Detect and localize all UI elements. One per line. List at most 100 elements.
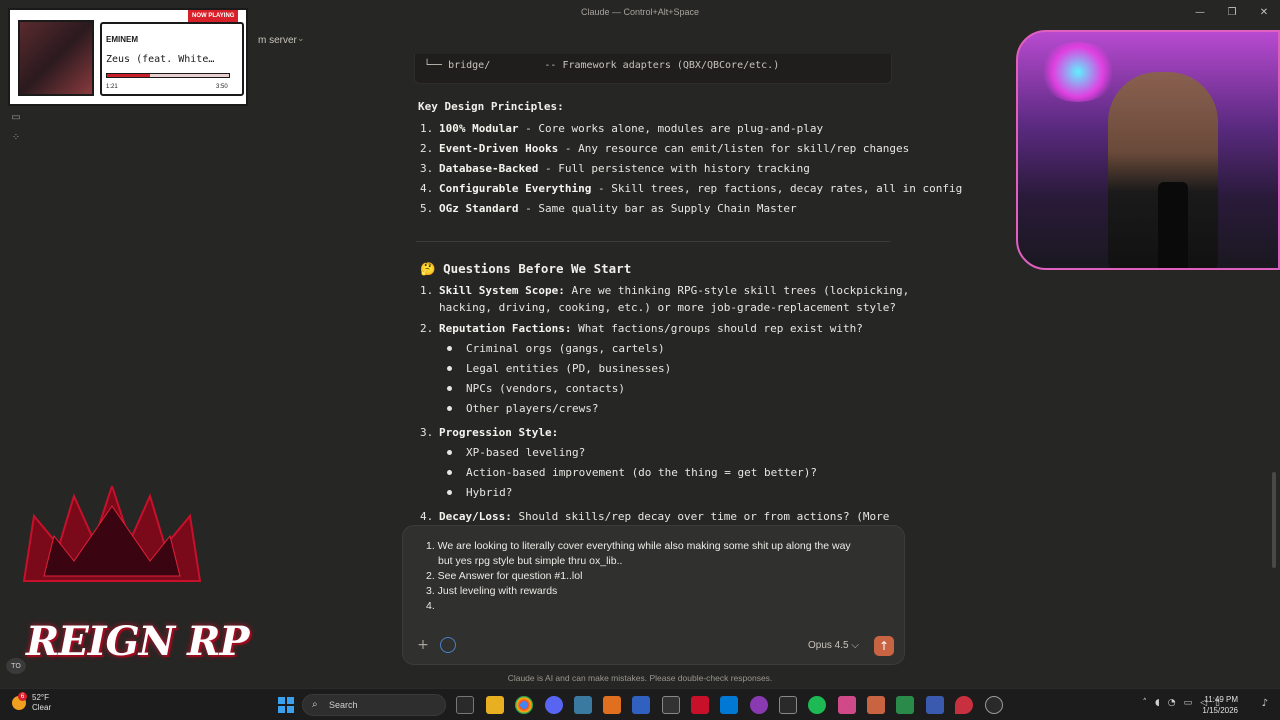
elapsed-time: 1:21 [106,84,118,90]
search-label: Search [329,700,358,710]
list-item-bold: Database-Backed [439,162,539,175]
temperature: 52°F [32,693,49,702]
list-number: 1. [420,284,434,297]
list-item-text: - Same quality bar as Supply Chain Maste… [518,202,797,215]
clock[interactable]: 11:49 PM 1/15/2026 [1202,694,1238,716]
question-item: Decay/Loss: Should skills/rep decay over… [439,510,889,523]
close-icon[interactable]: ✕ [1248,4,1280,20]
app-icon[interactable] [779,696,797,714]
neon-light [1038,42,1118,102]
chevron-up-icon[interactable]: ˄ [1143,698,1148,708]
list-item-text: - Full persistence with history tracking [538,162,810,175]
list-item-bold: Event-Driven Hooks [439,142,559,155]
time: 11:49 PM [1204,695,1238,704]
app-icon[interactable] [985,696,1003,714]
folder-icon[interactable]: ▭ [10,112,22,124]
tools-icon[interactable] [440,637,456,653]
list-item-bold: 100% Modular [439,122,519,135]
app-icon[interactable] [896,696,914,714]
question-item: Progression Style: [439,426,558,439]
bullet [447,366,452,371]
vscode-icon[interactable] [720,696,738,714]
app-icon[interactable] [632,696,650,714]
bullet-item: XP-based leveling? [466,446,586,459]
obs-icon[interactable] [750,696,768,714]
composer-line[interactable]: 1. We are looking to literally cover eve… [426,540,851,552]
app-icon[interactable] [838,696,856,714]
model-selector[interactable]: Opus 4.5 ⌵ [808,640,859,651]
brand-logo: REIGN RP [26,618,249,665]
discord-icon[interactable] [545,696,563,714]
sun-icon: 6 [12,692,27,710]
composer-line[interactable]: 3. Just leveling with rewards [426,585,557,597]
weather-widget[interactable]: 6 52°F Clear [12,692,52,713]
bullet [447,450,452,455]
claude-icon[interactable] [867,696,885,714]
list-item: Event-Driven Hooks - Any resource can em… [439,142,909,155]
maximize-icon[interactable]: ❐ [1216,4,1248,20]
chevron-down-icon: ⌵ [851,640,859,651]
monitor-icon[interactable]: ▭ [1184,698,1193,708]
list-number: 4. [420,182,434,195]
window-controls: — ❐ ✕ [1184,4,1280,20]
network-icon[interactable]: ◔ [1168,698,1176,708]
list-item: 100% Modular - Core works alone, modules… [439,122,823,135]
question-bold: Progression Style: [439,426,559,439]
chevron-down-icon[interactable]: ⌄ [297,34,305,44]
bullet-item: Criminal orgs (gangs, cartels) [466,342,665,355]
app-icon[interactable] [603,696,621,714]
list-number: 5. [420,202,434,215]
send-button[interactable]: ↑ [874,636,894,656]
list-number: 4. [420,510,434,523]
search-icon: ⌕ [312,699,318,710]
bullet-item: Hybrid? [466,486,513,499]
spotify-icon[interactable] [808,696,826,714]
composer-line[interactable]: but yes rpg style but simple thru ox_lib… [438,555,622,567]
file-explorer-icon[interactable] [486,696,504,714]
snipping-icon[interactable] [574,696,592,714]
chrome-icon[interactable] [515,696,533,714]
terminal-icon[interactable] [662,696,680,714]
notification-badge: 6 [18,692,27,701]
composer-line[interactable]: 2. See Answer for question #1..lol [426,570,582,582]
app-icon[interactable] [691,696,709,714]
minimize-icon[interactable]: — [1184,4,1216,20]
list-item-text: - Skill trees, rep factions, decay rates… [591,182,963,195]
album-art [18,20,94,96]
list-item-text: - Any resource can emit/listen for skill… [558,142,910,155]
bell-icon[interactable]: ♪ [1262,698,1268,709]
progress-fill [107,74,150,77]
project-selector[interactable]: m server [258,35,297,46]
question-bold: Reputation Factions: [439,322,572,335]
question-item: Skill System Scope: Are we thinking RPG-… [439,284,909,297]
windows-start-icon[interactable] [278,697,294,713]
scrollbar[interactable] [1272,472,1276,568]
list-item-bold: Configurable Everything [439,182,592,195]
questions-heading: 🤔 Questions Before We Start [420,261,632,276]
task-view-icon[interactable] [456,696,474,714]
overlay-badge: TO [6,658,26,674]
apps-icon[interactable]: ⁘ [10,132,22,144]
map-pin-icon[interactable] [955,696,973,714]
weather-condition: Clear [32,703,52,712]
bullet-item: Legal entities (PD, businesses) [466,362,672,375]
taskbar-search[interactable]: ⌕ Search [302,694,446,716]
bullet [447,470,452,475]
bullet [447,406,452,411]
composer-line[interactable]: 4. [426,600,435,612]
bullet [447,346,452,351]
list-number: 2. [420,142,434,155]
progress-bar [106,73,230,78]
disclaimer: Claude is AI and can make mistakes. Plea… [507,673,773,683]
list-item: Database-Backed - Full persistence with … [439,162,810,175]
question-text: Are we thinking RPG-style skill trees (l… [564,284,910,297]
duration-time: 3:50 [216,84,228,90]
mic-icon[interactable]: ◖ [1155,698,1160,708]
list-number: 2. [420,322,434,335]
now-playing-widget: NOW PLAYING EMINEM Zeus (feat. White… 1:… [8,8,248,106]
date: 1/15/2026 [1202,706,1238,715]
left-sidebar: ▭ ⁘ [0,24,32,688]
app-icon[interactable] [926,696,944,714]
microphone [1158,182,1188,268]
add-attachment-button[interactable]: + [414,636,432,654]
